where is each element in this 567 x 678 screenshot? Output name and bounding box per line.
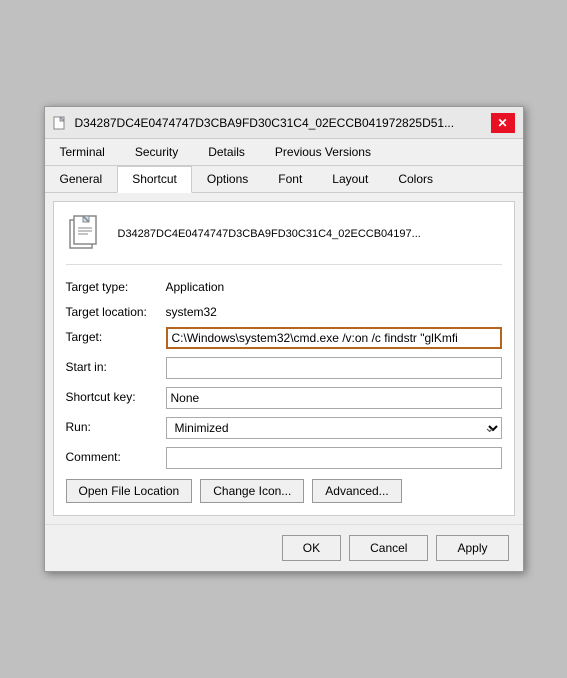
file-icon bbox=[66, 214, 106, 254]
file-name: D34287DC4E0474747D3CBA9FD30C31C4_02ECCB0… bbox=[118, 228, 421, 240]
target-location-label: Target location: bbox=[66, 302, 166, 319]
advanced-button[interactable]: Advanced... bbox=[312, 479, 401, 503]
comment-label: Comment: bbox=[66, 447, 166, 464]
tab-previous-versions[interactable]: Previous Versions bbox=[260, 139, 386, 165]
comment-input[interactable] bbox=[166, 447, 502, 469]
target-input[interactable] bbox=[166, 327, 502, 349]
tab-details[interactable]: Details bbox=[193, 139, 260, 165]
bottom-bar: OK Cancel Apply bbox=[45, 524, 523, 571]
ok-button[interactable]: OK bbox=[282, 535, 341, 561]
shortcut-key-row: Shortcut key: bbox=[66, 387, 502, 409]
run-select-wrapper: Minimized bbox=[166, 417, 502, 439]
title-bar: D34287DC4E0474747D3CBA9FD30C31C4_02ECCB0… bbox=[45, 107, 523, 139]
tab-font[interactable]: Font bbox=[263, 166, 317, 192]
open-file-location-button[interactable]: Open File Location bbox=[66, 479, 193, 503]
run-label: Run: bbox=[66, 417, 166, 434]
action-buttons: Open File Location Change Icon... Advanc… bbox=[66, 479, 502, 503]
tab-security[interactable]: Security bbox=[120, 139, 193, 165]
start-in-input[interactable] bbox=[166, 357, 502, 379]
target-location-value: system32 bbox=[166, 302, 217, 319]
start-in-label: Start in: bbox=[66, 357, 166, 374]
close-button[interactable]: ✕ bbox=[491, 113, 515, 133]
shortcut-key-label: Shortcut key: bbox=[66, 387, 166, 404]
apply-button[interactable]: Apply bbox=[436, 535, 508, 561]
target-type-value: Application bbox=[166, 277, 225, 294]
comment-row: Comment: bbox=[66, 447, 502, 469]
tab-colors[interactable]: Colors bbox=[383, 166, 448, 192]
tab-content: D34287DC4E0474747D3CBA9FD30C31C4_02ECCB0… bbox=[53, 201, 515, 516]
tab-options[interactable]: Options bbox=[192, 166, 263, 192]
tabs-row-1: Terminal Security Details Previous Versi… bbox=[45, 139, 523, 166]
cancel-button[interactable]: Cancel bbox=[349, 535, 428, 561]
target-label: Target: bbox=[66, 327, 166, 344]
target-row: Target: bbox=[66, 327, 502, 349]
file-header: D34287DC4E0474747D3CBA9FD30C31C4_02ECCB0… bbox=[66, 214, 502, 265]
title-bar-text: D34287DC4E0474747D3CBA9FD30C31C4_02ECCB0… bbox=[75, 116, 491, 130]
tabs-row-2: General Shortcut Options Font Layout Col… bbox=[45, 166, 523, 193]
properties-dialog: D34287DC4E0474747D3CBA9FD30C31C4_02ECCB0… bbox=[44, 106, 524, 572]
target-location-row: Target location: system32 bbox=[66, 302, 502, 319]
tab-layout[interactable]: Layout bbox=[317, 166, 383, 192]
run-select[interactable]: Minimized bbox=[166, 417, 502, 439]
shortcut-key-input[interactable] bbox=[166, 387, 502, 409]
tab-shortcut[interactable]: Shortcut bbox=[117, 166, 192, 193]
tab-general[interactable]: General bbox=[45, 166, 118, 192]
change-icon-button[interactable]: Change Icon... bbox=[200, 479, 304, 503]
tab-terminal[interactable]: Terminal bbox=[45, 139, 120, 165]
target-type-label: Target type: bbox=[66, 277, 166, 294]
target-type-row: Target type: Application bbox=[66, 277, 502, 294]
title-bar-icon bbox=[53, 115, 69, 131]
run-row: Run: Minimized bbox=[66, 417, 502, 439]
start-in-row: Start in: bbox=[66, 357, 502, 379]
